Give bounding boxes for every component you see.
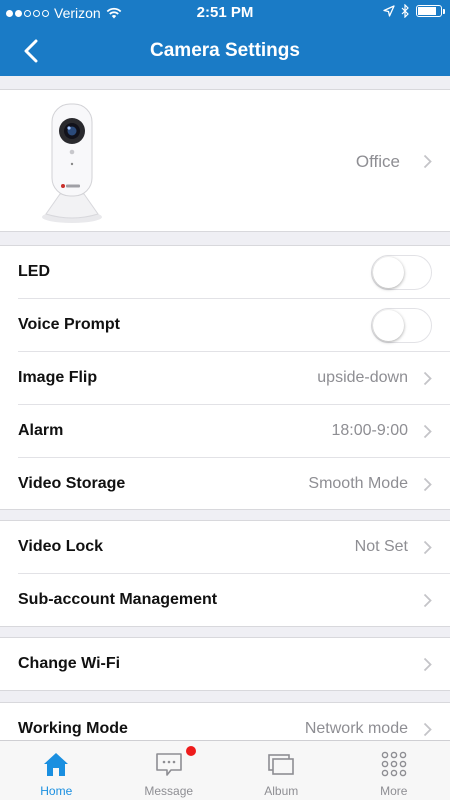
setting-label: Video Lock: [18, 538, 104, 555]
setting-label: Change Wi-Fi: [18, 655, 121, 672]
setting-row-working-mode[interactable]: Working Mode Network mode: [0, 703, 450, 740]
setting-label: Video Storage: [18, 475, 126, 492]
chevron-right-icon: [423, 657, 432, 672]
tab-home[interactable]: Home: [0, 741, 113, 800]
setting-row-video-lock[interactable]: Video Lock Not Set: [0, 521, 450, 574]
device-card[interactable]: Office: [0, 89, 450, 232]
chevron-right-icon: [423, 722, 432, 737]
setting-label: Voice Prompt: [18, 316, 120, 333]
chevron-right-icon: [423, 593, 432, 608]
notification-badge: [186, 746, 196, 756]
setting-row-image-flip[interactable]: Image Flip upside-down: [0, 352, 450, 405]
tab-label: Message: [144, 784, 194, 798]
home-icon: [44, 753, 69, 776]
battery-icon: [416, 5, 445, 17]
voice-prompt-toggle[interactable]: [371, 308, 432, 343]
setting-value: Network mode: [304, 720, 408, 737]
bluetooth-icon: [401, 4, 409, 18]
device-name: Office: [355, 152, 400, 171]
setting-row-sub-account[interactable]: Sub-account Management: [0, 574, 450, 627]
setting-row-video-storage[interactable]: Video Storage Smooth Mode: [0, 458, 450, 511]
album-icon: [268, 754, 295, 775]
settings-group-access: Video Lock Not Set Sub-account Managemen…: [0, 520, 450, 627]
setting-row-led: LED: [0, 246, 450, 299]
setting-label: Alarm: [18, 422, 64, 439]
setting-value: upside-down: [317, 369, 408, 386]
setting-row-change-wifi[interactable]: Change Wi-Fi: [0, 638, 450, 691]
more-icon: [381, 751, 407, 777]
tab-label: More: [380, 784, 408, 798]
chevron-right-icon: [423, 154, 432, 169]
setting-row-alarm[interactable]: Alarm 18:00-9:00: [0, 405, 450, 458]
tab-message[interactable]: Message: [113, 741, 226, 800]
camera-image: [42, 103, 102, 223]
location-icon: [383, 5, 395, 17]
setting-label: Working Mode: [18, 720, 128, 737]
nav-bar: Camera Settings: [0, 26, 450, 76]
chevron-right-icon: [423, 424, 432, 439]
led-toggle[interactable]: [371, 255, 432, 290]
setting-label: Image Flip: [18, 369, 98, 386]
status-right: [383, 4, 445, 18]
page-title: Camera Settings: [150, 40, 300, 61]
settings-content[interactable]: Office LED Voice Prompt Image Flip upsid…: [0, 76, 450, 740]
setting-value: 18:00-9:00: [331, 422, 408, 439]
chevron-right-icon: [423, 371, 432, 386]
tab-label: Home: [40, 784, 73, 798]
chevron-right-icon: [423, 540, 432, 555]
settings-group-wifi: Change Wi-Fi: [0, 637, 450, 691]
status-bar: Verizon 2:51 PM: [0, 0, 450, 26]
tab-label: Album: [264, 784, 299, 798]
tab-bar: Home Message Album More: [0, 740, 450, 800]
chevron-right-icon: [423, 477, 432, 492]
setting-label: LED: [18, 263, 50, 280]
settings-group-mode: Working Mode Network mode: [0, 702, 450, 740]
tab-more[interactable]: More: [338, 741, 450, 800]
setting-value: Not Set: [354, 538, 408, 555]
setting-value: Smooth Mode: [308, 475, 408, 492]
tab-album[interactable]: Album: [225, 741, 338, 800]
message-icon: [155, 753, 182, 776]
setting-row-voice-prompt: Voice Prompt: [0, 299, 450, 352]
settings-group-general: LED Voice Prompt Image Flip upside-down …: [0, 245, 450, 510]
setting-label: Sub-account Management: [18, 591, 218, 608]
